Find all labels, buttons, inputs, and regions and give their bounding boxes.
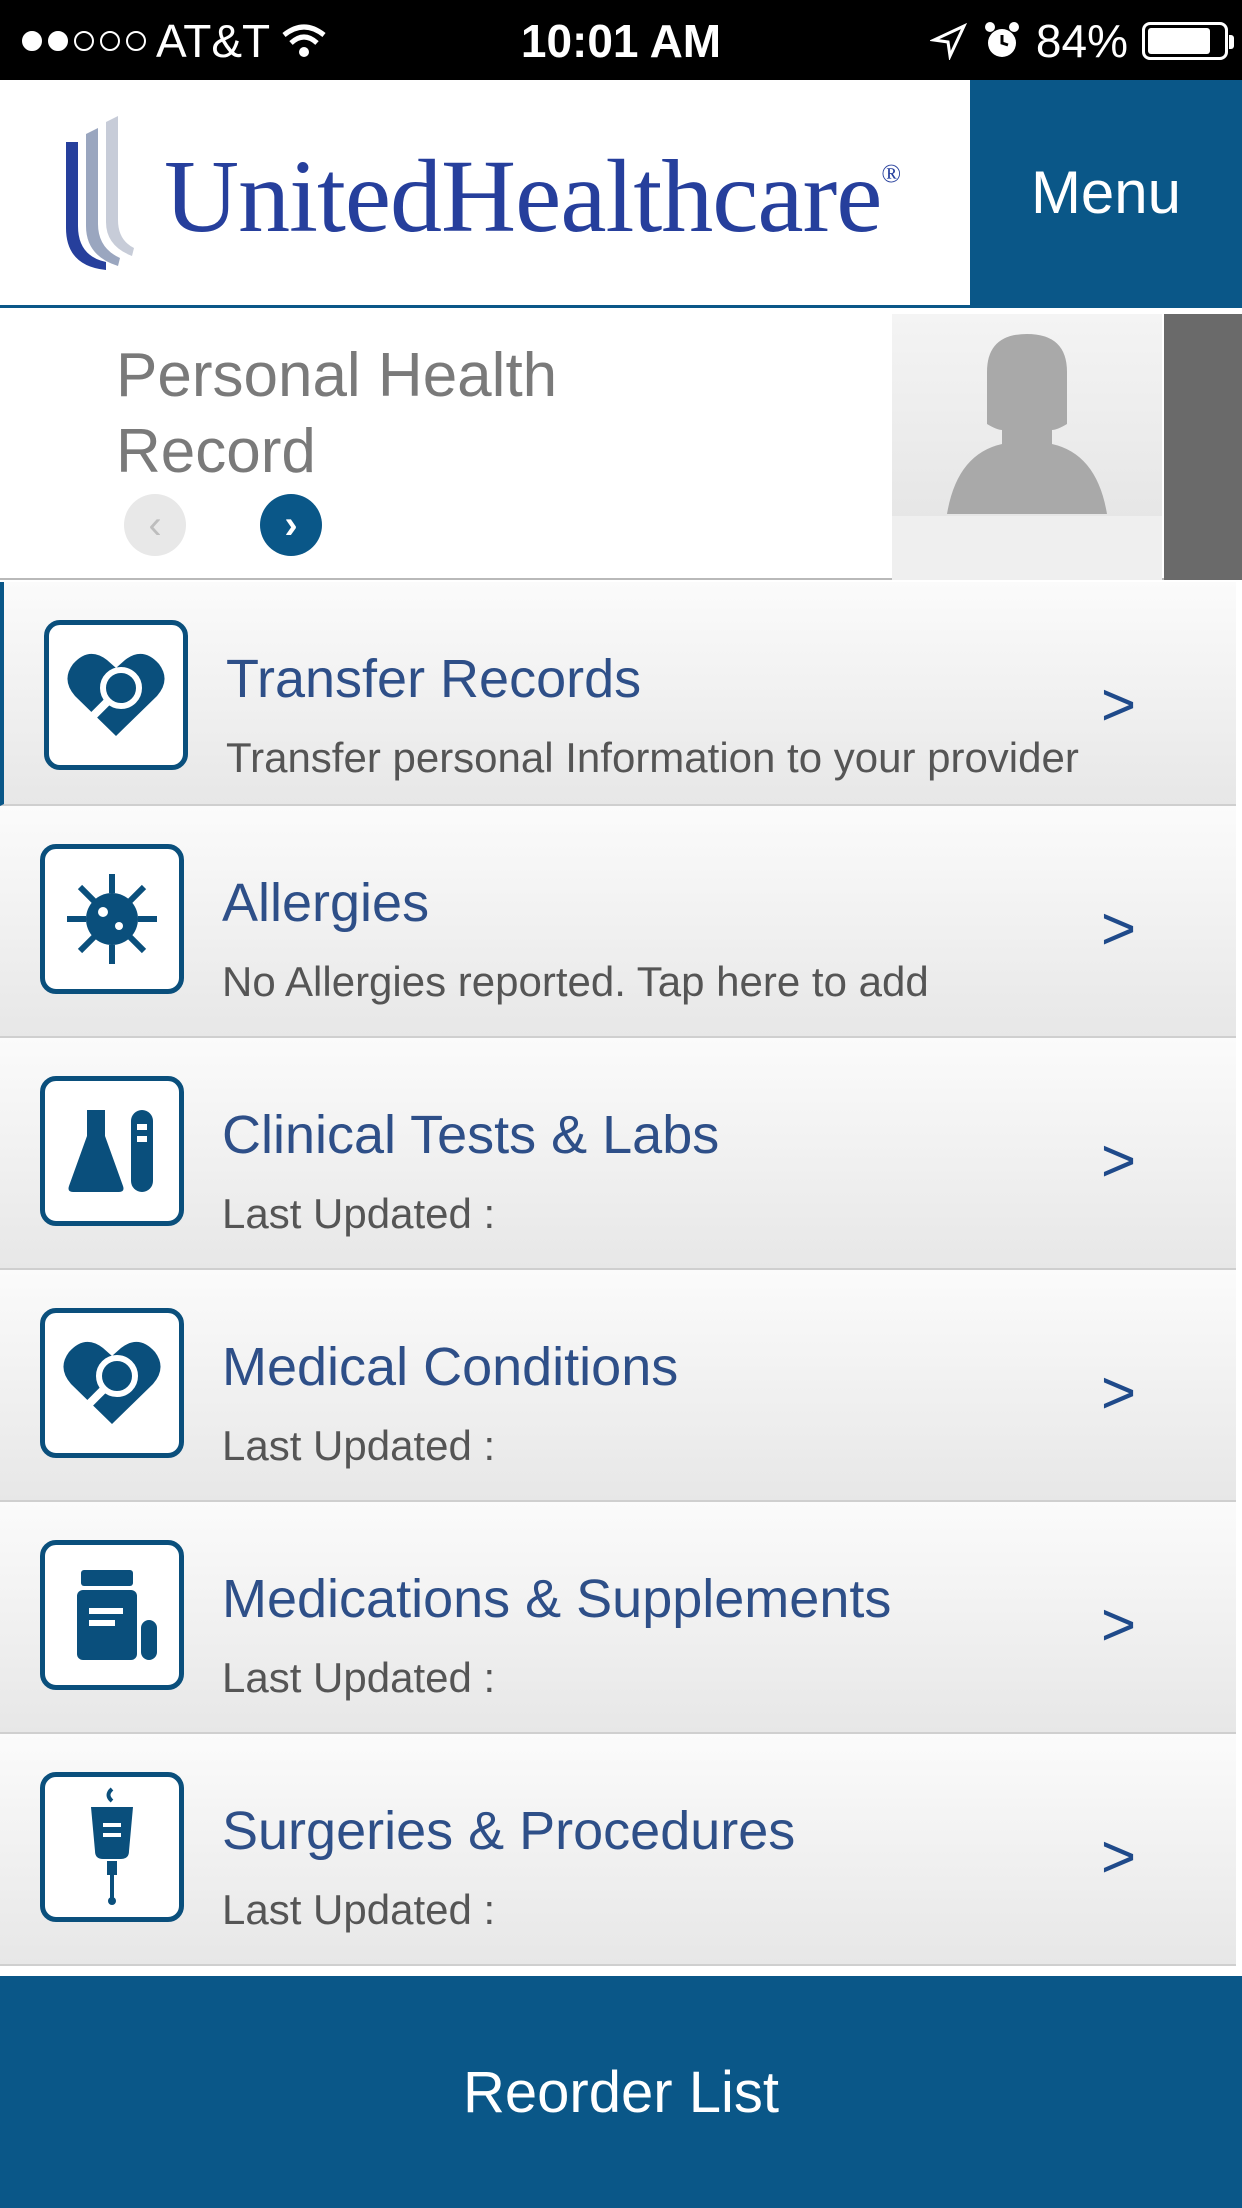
row-subtitle: No Allergies reported. Tap here to add	[222, 958, 929, 1005]
chevron-right-icon: ›	[284, 502, 298, 547]
heart-magnifier-icon	[44, 620, 188, 770]
chevron-right-icon: >	[1100, 895, 1136, 962]
reorder-list-button[interactable]: Reorder List	[0, 1976, 1242, 2208]
row-subtitle: Last Updated :	[222, 1190, 496, 1237]
row-title: Clinical Tests & Labs	[222, 1105, 720, 1165]
allergen-virus-icon	[40, 844, 184, 994]
person-silhouette-icon	[947, 334, 1107, 514]
battery-icon	[1142, 22, 1234, 60]
avatar-name-placeholder	[892, 516, 1162, 580]
heart-magnifier-icon	[40, 1308, 184, 1458]
previous-button[interactable]: ‹	[124, 494, 186, 556]
unitedhealthcare-logo[interactable]: UnitedHealthcare®	[60, 116, 901, 276]
status-right: 84%	[929, 14, 1234, 68]
chevron-left-icon: ‹	[148, 502, 162, 547]
row-subtitle: Last Updated :	[222, 1422, 496, 1469]
menu-button[interactable]: Menu	[970, 80, 1242, 305]
pill-bottle-icon	[40, 1540, 184, 1690]
list-item-medications[interactable]: Medications & Supplements Last Updated :…	[0, 1502, 1236, 1734]
chevron-right-icon: >	[1100, 1591, 1136, 1658]
list-item-transfer-records[interactable]: Transfer Records Transfer personal Infor…	[0, 582, 1236, 806]
lab-flask-icon	[40, 1076, 184, 1226]
alarm-clock-icon	[984, 22, 1019, 57]
app-header: UnitedHealthcare® Menu	[0, 80, 1242, 308]
uhc-shield-icon	[66, 116, 134, 270]
chevron-right-icon: >	[1100, 1823, 1136, 1890]
status-bar: AT&T 10:01 AM 84%	[0, 0, 1242, 80]
list-item-allergies[interactable]: Allergies No Allergies reported. Tap her…	[0, 806, 1236, 1038]
avatar-next[interactable]	[1164, 314, 1242, 580]
row-title: Medications & Supplements	[222, 1569, 892, 1629]
chevron-right-icon: >	[1100, 1359, 1136, 1426]
iv-bag-icon	[40, 1772, 184, 1922]
chevron-right-icon: >	[1100, 1127, 1136, 1194]
logo-wordmark: UnitedHealthcare®	[164, 138, 901, 254]
row-title: Allergies	[222, 873, 430, 933]
row-subtitle: Last Updated :	[222, 1886, 496, 1933]
chevron-right-icon: >	[1100, 671, 1136, 738]
row-subtitle: Last Updated :	[222, 1654, 496, 1701]
row-title: Transfer Records	[226, 649, 642, 709]
list-item-clinical-tests[interactable]: Clinical Tests & Labs Last Updated : >	[0, 1038, 1236, 1270]
phr-banner: Personal Health Record ‹ ›	[0, 308, 1242, 580]
page-title: Personal Health Record	[116, 341, 558, 486]
avatar[interactable]	[892, 314, 1162, 580]
row-subtitle: Transfer personal Information to your pr…	[226, 734, 1079, 781]
registered-mark: ®	[881, 158, 901, 188]
row-title: Surgeries & Procedures	[222, 1801, 796, 1861]
list-item-surgeries[interactable]: Surgeries & Procedures Last Updated : >	[0, 1734, 1236, 1966]
next-button[interactable]: ›	[260, 494, 322, 556]
location-arrow-icon	[929, 22, 968, 60]
battery-percent: 84%	[1035, 15, 1128, 67]
list-item-medical-conditions[interactable]: Medical Conditions Last Updated : >	[0, 1270, 1236, 1502]
row-title: Medical Conditions	[222, 1337, 679, 1397]
